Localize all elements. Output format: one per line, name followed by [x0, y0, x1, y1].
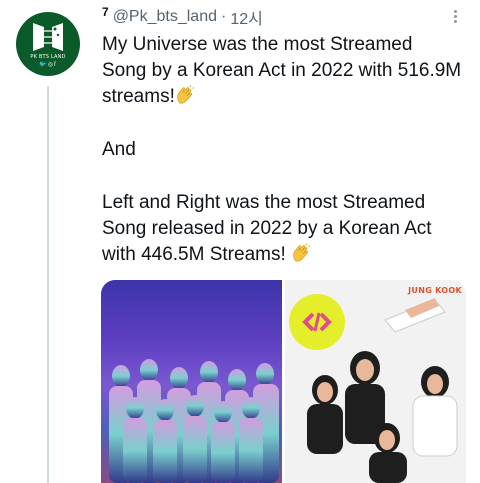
avatar-social-icons: 🐦◎f	[39, 61, 57, 68]
more-vertical-icon[interactable]	[449, 8, 461, 26]
group-silhouettes	[109, 359, 279, 483]
user-handle[interactable]: @Pk_bts_land	[113, 8, 217, 26]
left-and-right-cover[interactable]: JUNG KOOK	[285, 280, 466, 483]
tweet-time[interactable]: 12시	[230, 5, 263, 29]
bts-logo-icon	[33, 22, 63, 51]
clapping-hands-icon	[177, 85, 195, 104]
avatar-text: PK BTS LAND	[30, 53, 66, 60]
avatar[interactable]: PK BTS LAND 🐦◎f	[16, 12, 80, 76]
thread-line	[47, 86, 49, 483]
tweet-line-2: And	[102, 139, 136, 160]
clapping-hands-icon	[293, 243, 311, 262]
tweet-header: 7 @Pk_bts_land · 12시	[102, 5, 263, 29]
cover-figures	[307, 298, 458, 483]
group-photo-my-universe[interactable]	[101, 280, 282, 483]
tweet-line-3: Left and Right was the most Streamed Son…	[102, 192, 432, 265]
reply-count: 7	[102, 5, 109, 19]
tweet-text: My Universe was the most Streamed Song b…	[102, 32, 462, 268]
header-separator: ·	[221, 8, 227, 25]
tweet-media[interactable]: JUNG KOOK	[101, 280, 466, 483]
tweet-line-1: My Universe was the most Streamed Song b…	[102, 34, 462, 107]
